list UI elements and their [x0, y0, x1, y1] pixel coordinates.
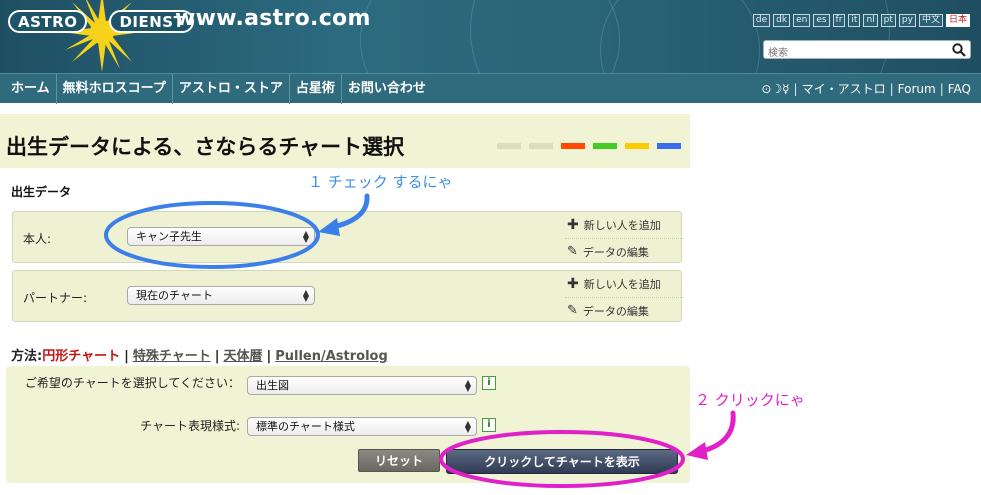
- nav-item-free-horoscopes[interactable]: 無料ホロスコープ: [57, 73, 173, 104]
- nav-item-home[interactable]: ホーム: [0, 73, 57, 104]
- add-new-person-link[interactable]: ✚ 新しい人を追加: [565, 212, 683, 238]
- method-separator: |: [266, 349, 272, 364]
- method-prefix: 方法:: [11, 349, 43, 364]
- main-nav: ホーム 無料ホロスコープ アストロ・ストア 占星術 お問い合わせ ⊙☽☿ | マ…: [0, 73, 981, 104]
- language-option[interactable]: py: [898, 14, 916, 27]
- language-option[interactable]: pt: [880, 14, 896, 27]
- method-link-ephemeris[interactable]: 天体暦: [223, 349, 262, 364]
- reset-button[interactable]: リセット: [358, 449, 440, 472]
- language-switcher: de dk en es fr it nl pt py 中文 日本: [752, 14, 970, 27]
- color-swatches: [497, 143, 681, 149]
- edit-data-link[interactable]: ✎ データの編集: [565, 297, 683, 323]
- method-selector: 方法:円形チャート | 特殊チャート | 天体暦 | Pullen/Astrolog: [11, 345, 388, 364]
- select-arrows-icon: ▲ ▼: [464, 378, 471, 393]
- language-option[interactable]: dk: [773, 14, 791, 27]
- select-arrows-icon: ▲ ▼: [302, 229, 309, 244]
- language-option[interactable]: 中文: [918, 14, 943, 27]
- search-icon[interactable]: [952, 43, 966, 57]
- method-separator: |: [124, 349, 129, 364]
- method-separator: |: [214, 349, 220, 364]
- color-swatch: [625, 143, 649, 149]
- info-icon[interactable]: i: [482, 418, 496, 432]
- forum-link[interactable]: Forum: [898, 74, 936, 104]
- person-select-value: キャン子先生: [136, 230, 202, 243]
- page-root: ASTRO DIENST www.astro.com de dk en es fr it n…: [0, 0, 981, 495]
- edit-data-label: データの編集: [582, 245, 649, 259]
- partner-select[interactable]: 現在のチャート ▲ ▼: [127, 286, 315, 305]
- add-new-person-label: 新しい人を追加: [583, 219, 661, 232]
- nav-separator: |: [889, 82, 894, 96]
- language-option[interactable]: 日本: [945, 14, 970, 27]
- person-select[interactable]: キャン子先生 ▲ ▼: [127, 227, 315, 246]
- chart-style-select[interactable]: 標準のチャート様式 ▲ ▼: [247, 417, 477, 436]
- site-url[interactable]: www.astro.com: [175, 6, 371, 31]
- site-header: ASTRO DIENST www.astro.com de dk en es fr it n…: [0, 0, 981, 73]
- chart-type-select[interactable]: 出生図 ▲ ▼: [247, 376, 477, 395]
- chart-type-label: ご希望のチャートを選択してください：: [24, 376, 240, 390]
- language-option[interactable]: nl: [863, 14, 878, 27]
- language-option[interactable]: de: [752, 14, 771, 27]
- person-label: パートナー:: [23, 291, 88, 305]
- method-link-pullen-astrolog[interactable]: Pullen/Astrolog: [275, 349, 388, 364]
- annotation-note-check: １ チェック するにゃ: [308, 173, 453, 191]
- person-actions: ✚ 新しい人を追加 ✎ データの編集: [565, 212, 683, 264]
- nav-item-astro-shop[interactable]: アストロ・ストア: [173, 73, 290, 104]
- birth-data-heading: 出生データ: [11, 185, 72, 199]
- chart-style-label: チャート表現様式:: [140, 419, 240, 433]
- show-chart-button[interactable]: クリックしてチャートを表示: [446, 449, 678, 474]
- logo-text-astro: ASTRO: [8, 10, 88, 33]
- nav-user-links: ⊙☽☿ | マイ・アストロ | Forum | FAQ: [761, 74, 971, 104]
- language-option[interactable]: en: [793, 14, 811, 27]
- color-swatch: [529, 143, 553, 149]
- header-decoration: [600, 0, 760, 73]
- planet-symbols-icon[interactable]: ⊙☽☿: [761, 74, 789, 104]
- method-current: 円形チャート: [42, 349, 121, 364]
- nav-item-astrology[interactable]: 占星術: [290, 73, 342, 104]
- my-astro-link[interactable]: マイ・アストロ: [802, 74, 886, 104]
- color-swatch: [593, 143, 617, 149]
- partner-select-value: 現在のチャート: [136, 289, 213, 302]
- edit-data-label: データの編集: [582, 304, 649, 318]
- info-icon[interactable]: i: [482, 376, 496, 390]
- language-option[interactable]: es: [813, 14, 830, 27]
- language-option[interactable]: fr: [832, 14, 846, 27]
- add-new-person-link[interactable]: ✚ 新しい人を追加: [565, 271, 683, 297]
- select-arrows-icon: ▲ ▼: [302, 288, 309, 303]
- person-label: 本人:: [23, 232, 52, 246]
- nav-separator: |: [939, 82, 944, 96]
- edit-data-link[interactable]: ✎ データの編集: [565, 238, 683, 264]
- chart-type-value: 出生図: [256, 379, 289, 392]
- nav-separator: |: [793, 82, 798, 96]
- annotation-note-click: ２ クリックにゃ: [695, 391, 805, 409]
- color-swatch: [561, 143, 585, 149]
- page-title: 出生データによる、さならるチャート選択: [6, 135, 405, 159]
- nav-item-contact[interactable]: お問い合わせ: [342, 74, 432, 104]
- astrodienst-logo[interactable]: ASTRO DIENST: [8, 9, 195, 34]
- add-new-person-label: 新しい人を追加: [583, 278, 661, 291]
- search-box: [763, 40, 971, 62]
- annotation-arrow-magenta: [699, 410, 736, 454]
- person-box-self: 本人: キャン子先生 ▲ ▼ ✚ 新しい人を追加 ✎ データの編集: [12, 211, 683, 264]
- edit-icon: ✎: [567, 303, 578, 318]
- method-link-special-charts[interactable]: 特殊チャート: [133, 349, 211, 364]
- plus-icon: ✚: [567, 276, 579, 292]
- color-swatch: [497, 143, 521, 149]
- person-box-partner: パートナー: 現在のチャート ▲ ▼ ✚ 新しい人を追加 ✎ データの編集: [12, 270, 683, 323]
- search-input[interactable]: [764, 45, 944, 62]
- color-swatch: [657, 143, 681, 149]
- plus-icon: ✚: [567, 217, 579, 233]
- faq-link[interactable]: FAQ: [948, 74, 971, 104]
- select-arrows-icon: ▲ ▼: [464, 419, 471, 434]
- edit-icon: ✎: [567, 244, 578, 259]
- partner-actions: ✚ 新しい人を追加 ✎ データの編集: [565, 271, 683, 323]
- chart-style-value: 標準のチャート様式: [256, 420, 355, 433]
- language-option[interactable]: it: [848, 14, 861, 27]
